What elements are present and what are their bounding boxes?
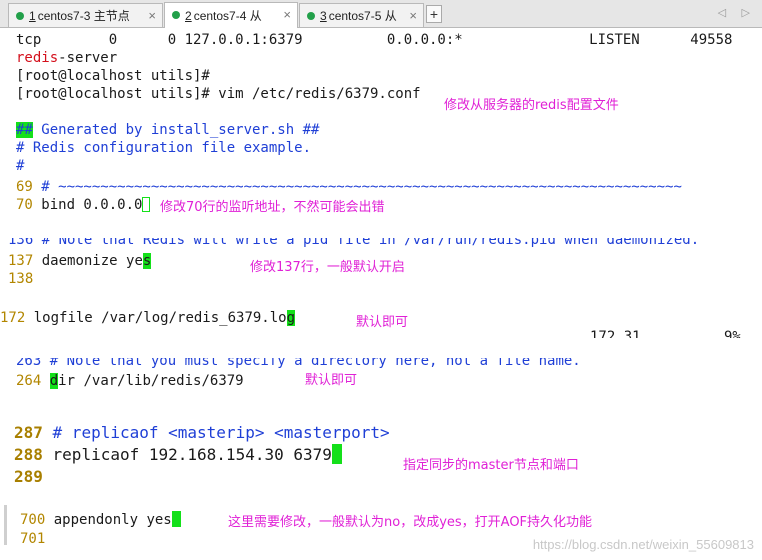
scroll-edge-divider (4, 505, 7, 545)
hash-highlight: ## (16, 122, 33, 138)
line-text: daemonize ye (33, 253, 143, 269)
line-number: 289 (14, 467, 43, 486)
close-icon[interactable]: × (283, 7, 291, 22)
vim-line-701: 701 (20, 530, 45, 548)
tab-centos7-4[interactable]: 2 centos7-4 从 × (164, 2, 298, 28)
vim-line-287: 287 # replicaof <masterip> <masterport> (14, 422, 390, 444)
cursor: d (49, 373, 59, 389)
line-number: 701 (20, 531, 46, 547)
conf-generated-comment: ## Generated by install_server.sh ## (16, 121, 319, 139)
vim-line-264: 264 dir /var/lib/redis/6379 (16, 372, 244, 390)
annotation-daemonize: 修改137行，一般默认开启 (250, 260, 405, 275)
redis-server-line: redis-server (16, 49, 117, 67)
line-text: # replicaof <masterip> <masterport> (42, 423, 390, 442)
tab-number: 3 (320, 8, 327, 23)
cursor (142, 197, 151, 212)
vim-line-289: 289 (14, 466, 43, 488)
annotation-bind: 修改70行的监听地址，不然可能会出错 (160, 200, 385, 215)
vim-line-700: 700 appendonly yes (20, 511, 181, 529)
conf-example-comment: # Redis configuration file example. (16, 140, 312, 156)
cursor (171, 511, 181, 527)
vim-line-137: 137 daemonize yes (8, 252, 152, 270)
close-icon[interactable]: × (409, 8, 417, 23)
line-number: 137 (8, 253, 34, 269)
vim-line-136-cut: 136 # Note that Redis will write a pid f… (8, 238, 699, 247)
tab-number: 2 (185, 8, 192, 23)
tab-centos7-5[interactable]: 3 centos7-5 从 × (299, 3, 424, 27)
tab-bar: 1 centos7-3 主节点 × 2 centos7-4 从 × 3 cent… (0, 0, 762, 28)
line-text: ir /var/lib/redis/6379 (58, 373, 244, 389)
generated-text: Generated by install_server.sh ## (32, 122, 320, 138)
connection-status-icon (172, 11, 180, 19)
line-number: 288 (14, 445, 43, 464)
annotation-edit-conf: 修改从服务器的redis配置文件 (444, 98, 619, 113)
line-text: # ~~~~~~~~~~~~~~~~~~~~~~~~~~~~~~~~~~~~~~… (32, 179, 682, 195)
tab-label: centos7-4 从 (193, 9, 262, 23)
tab-label: centos7-3 主节点 (37, 9, 130, 23)
connection-status-icon (16, 12, 24, 20)
vim-command: [root@localhost utils]# vim /etc/redis/6… (16, 86, 421, 102)
line-number: 700 (20, 512, 46, 528)
line-text: logfile /var/log/redis_6379.lo (25, 310, 287, 326)
line-number: 264 (16, 373, 42, 389)
watermark: https://blog.csdn.net/weixin_55609813 (532, 537, 754, 552)
line-text: replicaof 192.168.154.30 6379 (42, 445, 332, 464)
vim-line-288: 288 replicaof 192.168.154.30 6379 (14, 444, 342, 466)
redis-server-suffix: -server (58, 50, 118, 66)
annotation-dir: 默认即可 (305, 373, 358, 388)
vim-line-172: 172 logfile /var/log/redis_6379.log (0, 309, 296, 327)
cursor: g (286, 310, 296, 326)
line-number: 138 (8, 271, 34, 287)
tab-label: centos7-5 从 (328, 9, 397, 23)
line-text: appendonly yes (45, 512, 172, 528)
connection-status-icon (307, 12, 315, 20)
shell-prompt: [root@localhost utils]# (16, 68, 210, 84)
vim-line-69: 69 # ~~~~~~~~~~~~~~~~~~~~~~~~~~~~~~~~~~~… (16, 178, 682, 196)
annotation-replicaof: 指定同步的master节点和端口 (403, 458, 579, 473)
cursor (331, 444, 342, 464)
vim-line-70: 70 bind 0.0.0.0 (16, 196, 151, 214)
netstat-line: tcp 0 0 127.0.0.1:6379 0.0.0.0:* LISTEN … (16, 32, 733, 48)
annotation-logfile: 默认即可 (356, 315, 409, 330)
cursor: s (142, 253, 152, 269)
line-text: 263 # Note that you must specify a direc… (16, 358, 581, 368)
line-number: 70 (16, 197, 33, 213)
close-icon[interactable]: × (148, 8, 156, 23)
line-text: bind 0.0.0.0 (32, 197, 143, 213)
annotation-appendonly: 这里需要修改，一般默认为no，改成yes，打开AOF持久化功能 (228, 515, 593, 530)
line-number: 69 (16, 179, 33, 195)
tab-number: 1 (29, 8, 36, 23)
line-number: 287 (14, 423, 43, 442)
status-text: 9% (724, 330, 741, 338)
line-text: 136 # Note that Redis will write a pid f… (8, 238, 700, 247)
tab-scroll-arrows-icon[interactable]: ◁ ▷ (718, 6, 756, 19)
conf-hash: # (16, 158, 25, 174)
status-text: 172,31 (590, 330, 641, 338)
add-tab-button[interactable]: + (426, 5, 442, 23)
vim-line-138: 138 (8, 270, 33, 288)
vim-line-263-cut: 263 # Note that you must specify a direc… (16, 358, 581, 368)
line-number: 172 (0, 310, 26, 326)
vim-status-position: 172,31 (590, 330, 641, 338)
tab-centos7-3[interactable]: 1 centos7-3 主节点 × (8, 3, 163, 27)
vim-status-percent: 9% (724, 330, 741, 338)
redis-highlight: redis (16, 50, 59, 66)
